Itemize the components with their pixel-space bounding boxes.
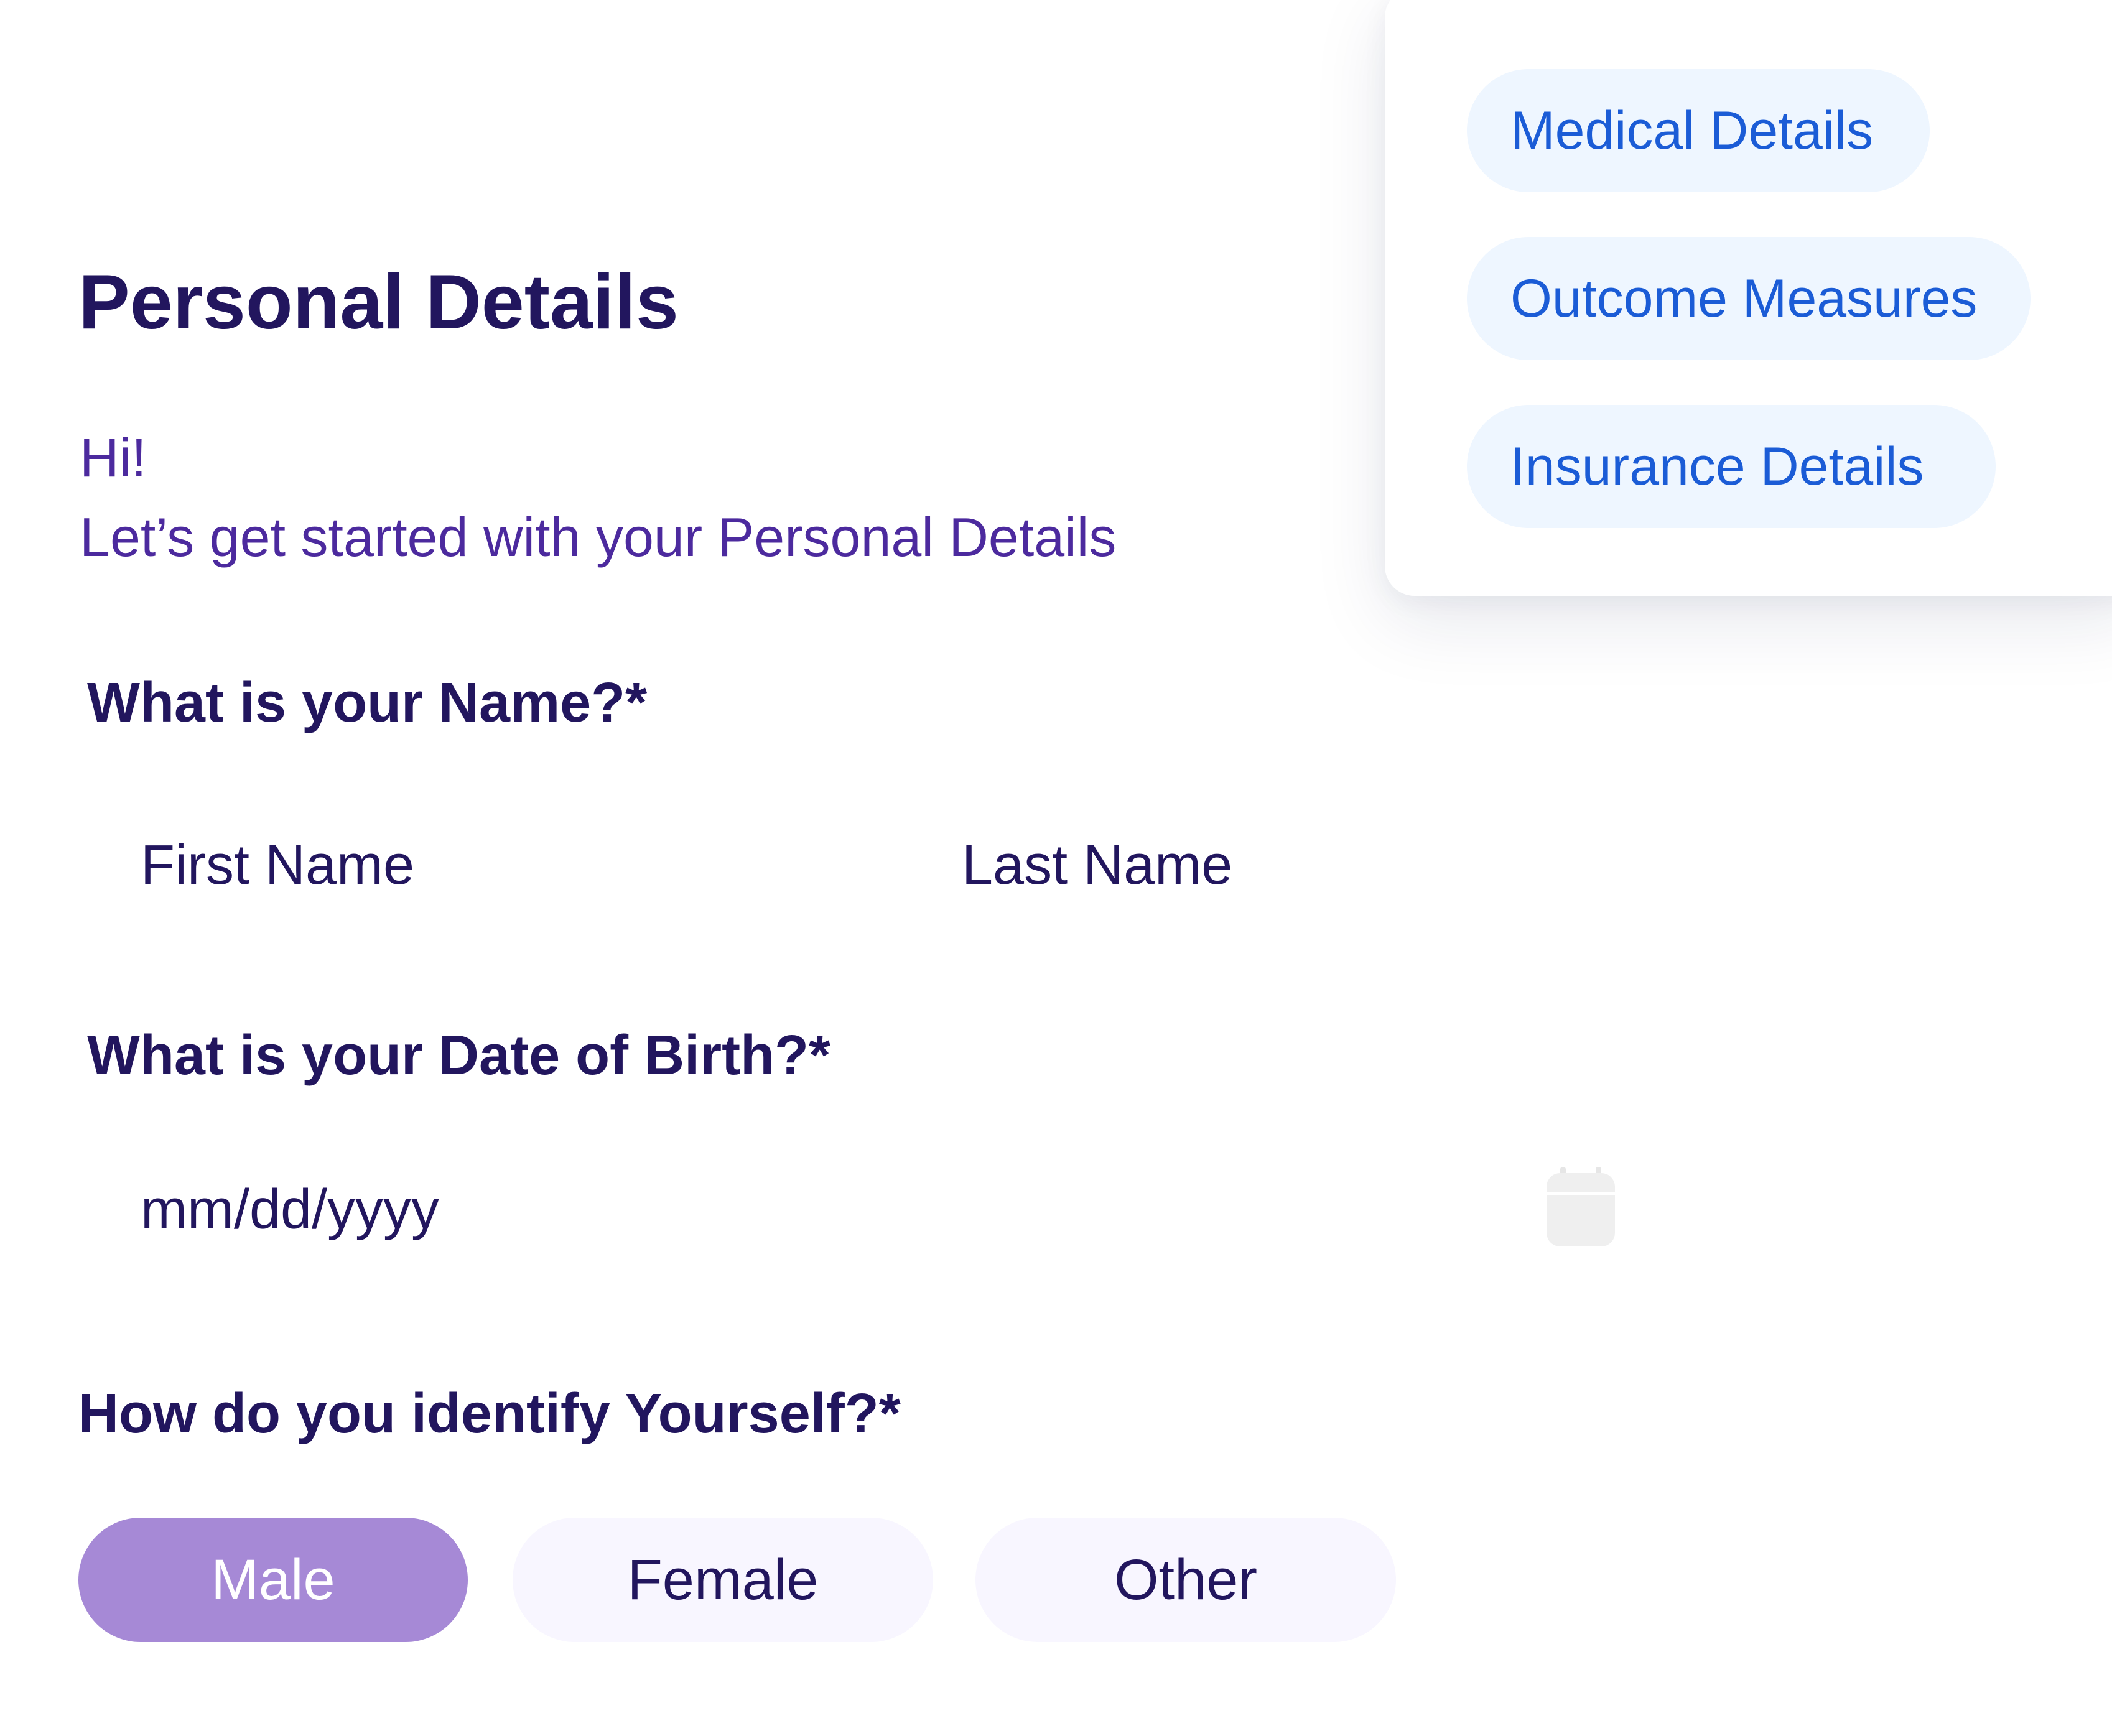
identity-question: How do you identify Yourself?* [78, 1383, 901, 1445]
first-name-input[interactable] [141, 825, 875, 906]
greeting-line-intro: Let’s get started with your Personal Det… [80, 506, 1117, 568]
dob-question: What is your Date of Birth?* [87, 1024, 831, 1087]
date-of-birth-input[interactable] [141, 1169, 1509, 1250]
gender-option-male[interactable]: Male [78, 1518, 468, 1642]
gender-option-other[interactable]: Other [975, 1518, 1396, 1642]
greeting-text: Hi! Let’s get started with your Personal… [80, 418, 1116, 577]
section-nav-panel: Medical Details Outcome Measures Insuran… [1385, 0, 2112, 596]
gender-option-female[interactable]: Female [513, 1518, 933, 1642]
section-chip-insurance-details[interactable]: Insurance Details [1467, 405, 1996, 528]
last-name-input[interactable] [962, 825, 1696, 906]
section-chip-outcome-measures[interactable]: Outcome Measures [1467, 237, 2031, 360]
calendar-icon[interactable] [1547, 1167, 1615, 1246]
greeting-line-hi: Hi! [80, 427, 147, 488]
section-chip-medical-details[interactable]: Medical Details [1467, 69, 1930, 192]
name-question: What is your Name?* [87, 672, 648, 734]
page-title: Personal Details [78, 259, 679, 345]
